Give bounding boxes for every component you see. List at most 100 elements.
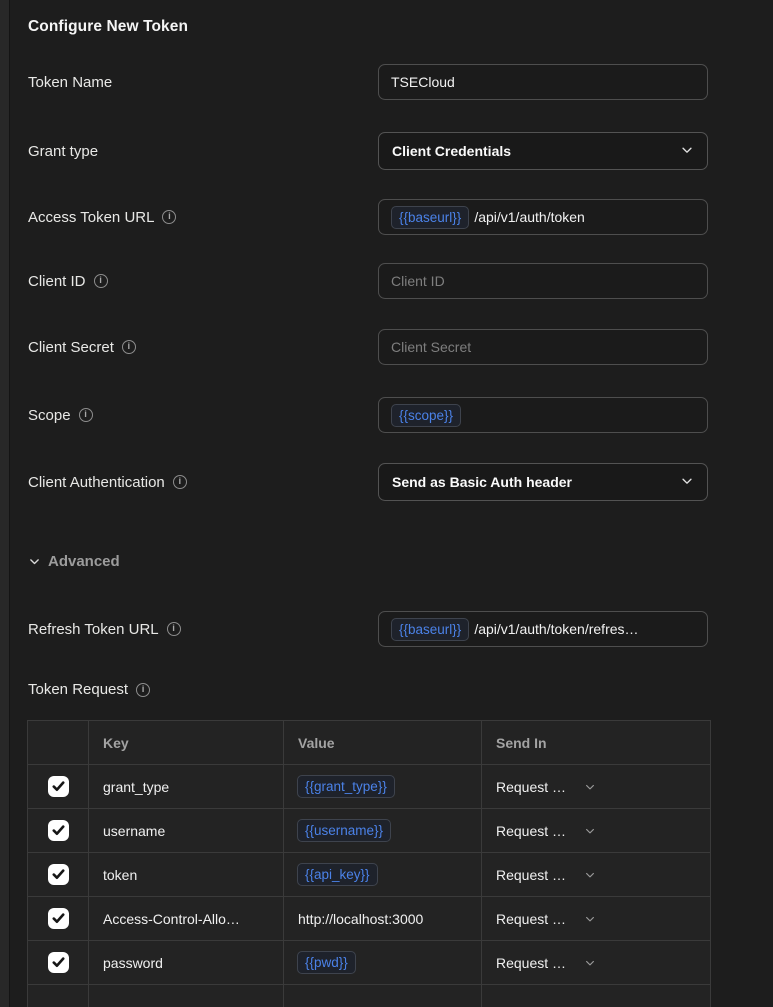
send-in-value: Request … (496, 867, 566, 883)
row-checkbox[interactable] (48, 952, 69, 973)
param-key[interactable]: grant_type (89, 765, 284, 809)
param-value-variable[interactable]: {{pwd}} (297, 951, 356, 974)
access-token-url-input[interactable]: {{baseurl}} /api/v1/auth/token (378, 199, 708, 235)
send-in-value: Request … (496, 955, 566, 971)
client-id-input[interactable]: Client ID (378, 263, 708, 299)
client-authentication-select[interactable]: Send as Basic Auth header (378, 463, 708, 501)
token-name-value: TSECloud (391, 74, 455, 90)
send-in-select[interactable]: Request … (482, 867, 710, 883)
refresh-token-url-label: Refresh Token URL i (28, 621, 181, 638)
page-title: Configure New Token (28, 0, 708, 36)
scope-label: Scope i (28, 407, 93, 424)
chevron-down-icon (680, 143, 694, 160)
client-id-label: Client ID i (28, 273, 108, 290)
label-text: Token Name (28, 74, 112, 91)
panel-edge (0, 0, 10, 1007)
client-secret-input[interactable]: Client Secret (378, 329, 708, 365)
chevron-down-icon (584, 957, 596, 969)
info-icon[interactable]: i (122, 340, 136, 354)
table-row: username {{username}} Request … (28, 809, 711, 853)
send-in-select[interactable]: Request … (482, 779, 710, 795)
form-row-client-authentication: Client Authentication i Send as Basic Au… (28, 463, 708, 501)
label-text: Refresh Token URL (28, 621, 159, 638)
row-checkbox[interactable] (48, 908, 69, 929)
info-icon[interactable]: i (167, 622, 181, 636)
header-key: Key (89, 721, 284, 765)
scope-input[interactable]: {{scope}} (378, 397, 708, 433)
chevron-down-icon (680, 474, 694, 491)
table-row: token {{api_key}} Request … (28, 853, 711, 897)
form-row-scope: Scope i {{scope}} (28, 397, 708, 433)
param-key[interactable]: Access-Control-Allo… (89, 897, 284, 941)
label-text: Grant type (28, 143, 98, 160)
url-suffix: /api/v1/auth/token (474, 209, 585, 225)
param-value-variable[interactable]: {{username}} (297, 819, 391, 842)
client-id-placeholder: Client ID (391, 273, 445, 289)
check-icon (52, 825, 65, 836)
empty-cell[interactable] (28, 985, 89, 1007)
label-text: Client Secret (28, 339, 114, 356)
url-suffix: /api/v1/auth/token/refres… (474, 621, 638, 637)
empty-value-cell[interactable] (284, 985, 482, 1007)
form-row-refresh-token-url: Refresh Token URL i {{baseurl}} /api/v1/… (28, 611, 708, 647)
row-checkbox[interactable] (48, 864, 69, 885)
form-row-access-token-url: Access Token URL i {{baseurl}} /api/v1/a… (28, 199, 708, 235)
grant-type-select[interactable]: Client Credentials (378, 132, 708, 170)
info-icon[interactable]: i (94, 274, 108, 288)
client-secret-placeholder: Client Secret (391, 339, 471, 355)
form-row-client-secret: Client Secret i Client Secret (28, 329, 708, 365)
label-text: Scope (28, 407, 71, 424)
token-request-label: Token Request i (28, 681, 708, 698)
param-key[interactable]: username (89, 809, 284, 853)
form-row-grant-type: Grant type Client Credentials (28, 132, 708, 170)
form-row-token-name: Token Name TSECloud (28, 64, 708, 100)
param-key[interactable]: token (89, 853, 284, 897)
empty-key-cell[interactable] (89, 985, 284, 1007)
advanced-section-toggle[interactable]: Advanced (28, 553, 708, 570)
info-icon[interactable]: i (136, 683, 150, 697)
param-value-variable[interactable]: {{grant_type}} (297, 775, 395, 798)
table-row: grant_type {{grant_type}} Request … (28, 765, 711, 809)
send-in-select[interactable]: Request … (482, 955, 710, 971)
table-row: password {{pwd}} Request … (28, 941, 711, 985)
param-key[interactable]: password (89, 941, 284, 985)
empty-send-in-cell[interactable] (482, 985, 711, 1007)
send-in-select[interactable]: Request … (482, 823, 710, 839)
client-secret-label: Client Secret i (28, 339, 136, 356)
table-header-row: Key Value Send In (28, 721, 711, 765)
token-request-table: Key Value Send In grant_type {{grant_typ… (27, 720, 711, 1007)
info-icon[interactable]: i (162, 210, 176, 224)
param-value-variable[interactable]: {{api_key}} (297, 863, 378, 886)
row-checkbox[interactable] (48, 820, 69, 841)
configure-token-panel: Configure New Token Token Name TSECloud … (28, 0, 708, 1007)
param-value-text[interactable]: http://localhost:3000 (284, 897, 482, 941)
label-text: Client ID (28, 273, 86, 290)
header-checkbox-column (28, 721, 89, 765)
send-in-select[interactable]: Request … (482, 911, 710, 927)
info-icon[interactable]: i (173, 475, 187, 489)
send-in-value: Request … (496, 823, 566, 839)
client-authentication-label: Client Authentication i (28, 474, 187, 491)
header-send-in: Send In (482, 721, 711, 765)
check-icon (52, 913, 65, 924)
check-icon (52, 957, 65, 968)
info-icon[interactable]: i (79, 408, 93, 422)
advanced-section-title: Advanced (48, 553, 120, 570)
variable-pill[interactable]: {{baseurl}} (391, 206, 469, 229)
header-value: Value (284, 721, 482, 765)
row-checkbox[interactable] (48, 776, 69, 797)
check-icon (52, 781, 65, 792)
token-name-input[interactable]: TSECloud (378, 64, 708, 100)
variable-pill[interactable]: {{scope}} (391, 404, 461, 427)
send-in-value: Request … (496, 911, 566, 927)
chevron-down-icon (584, 825, 596, 837)
check-icon (52, 869, 65, 880)
label-text: Access Token URL (28, 209, 154, 226)
chevron-down-icon (584, 913, 596, 925)
refresh-token-url-input[interactable]: {{baseurl}} /api/v1/auth/token/refres… (378, 611, 708, 647)
token-name-label: Token Name (28, 74, 112, 91)
label-text: Client Authentication (28, 474, 165, 491)
variable-pill[interactable]: {{baseurl}} (391, 618, 469, 641)
grant-type-value: Client Credentials (392, 143, 511, 159)
table-row: Access-Control-Allo… http://localhost:30… (28, 897, 711, 941)
